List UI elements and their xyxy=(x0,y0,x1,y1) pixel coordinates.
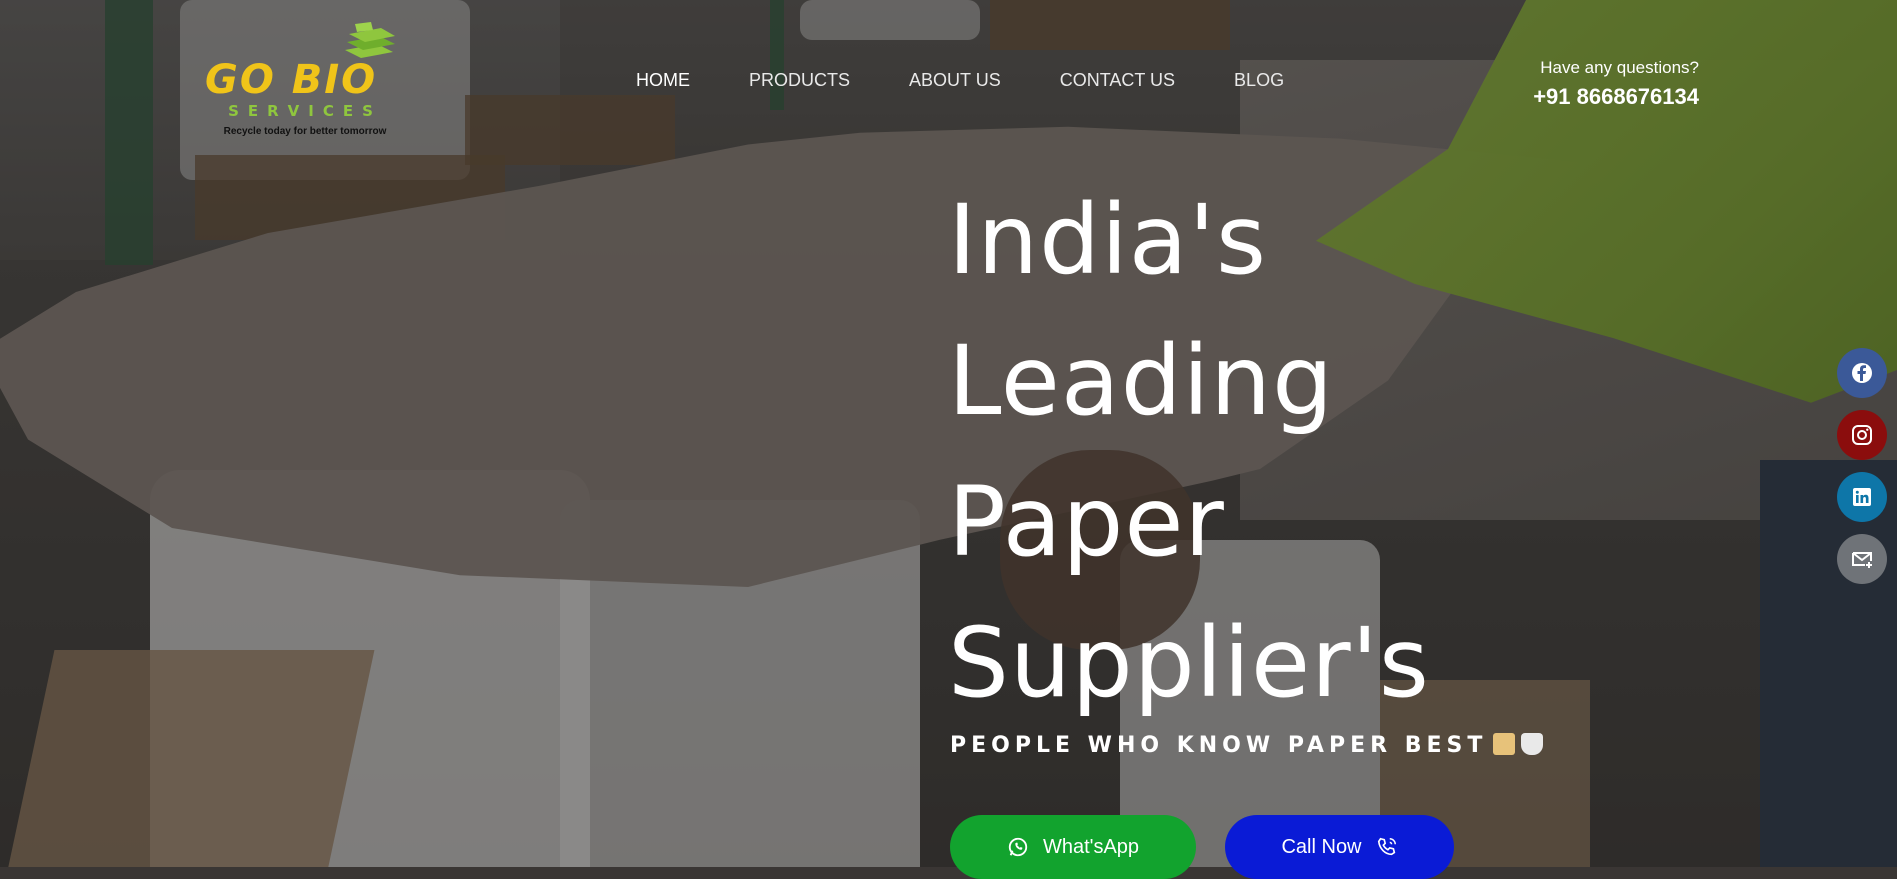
facebook-icon xyxy=(1852,363,1872,383)
paper-stack-logo-icon xyxy=(345,22,395,58)
nav-blog[interactable]: BLOG xyxy=(1234,70,1284,91)
headline-line: Paper xyxy=(948,466,1225,578)
contact-phone[interactable]: +91 8668676134 xyxy=(1533,84,1699,110)
linkedin-icon xyxy=(1853,488,1871,506)
nav-home[interactable]: HOME xyxy=(636,70,690,91)
phone-icon xyxy=(1377,837,1396,856)
mail-icon xyxy=(1852,552,1872,568)
site-logo[interactable]: GO BIO SERVICES Recycle today for better… xyxy=(205,22,400,142)
instagram-icon xyxy=(1852,425,1872,445)
header-contact: Have any questions? +91 8668676134 xyxy=(1533,58,1699,110)
logo-title: GO BIO xyxy=(205,57,378,103)
contact-question: Have any questions? xyxy=(1540,58,1699,77)
whatsapp-label: What'sApp xyxy=(1042,835,1140,858)
social-rail xyxy=(1837,348,1887,584)
call-now-label: Call Now xyxy=(1281,835,1362,858)
logo-subtitle: SERVICES xyxy=(228,102,382,120)
tagline-text: PEOPLE WHO KNOW PAPER BEST xyxy=(950,733,1488,758)
call-now-button[interactable]: Call Now xyxy=(1225,815,1454,879)
nav-contact-us[interactable]: CONTACT US xyxy=(1060,70,1175,91)
headline-line: India's xyxy=(948,184,1267,296)
whatsapp-icon xyxy=(1008,837,1028,857)
instagram-link[interactable] xyxy=(1837,410,1887,460)
facebook-link[interactable] xyxy=(1837,348,1887,398)
headline-line: Leading xyxy=(948,325,1335,437)
linkedin-link[interactable] xyxy=(1837,472,1887,522)
whatsapp-button[interactable]: What'sApp xyxy=(950,815,1196,879)
headline-line: Supplier's xyxy=(948,607,1430,719)
nav-products[interactable]: PRODUCTS xyxy=(749,70,850,91)
main-nav: HOME PRODUCTS ABOUT US CONTACT US BLOG xyxy=(636,70,1343,91)
toilet-paper-roll-icon xyxy=(1521,733,1544,755)
scroll-icon xyxy=(1493,733,1516,755)
logo-tagline: Recycle today for better tomorrow xyxy=(223,126,387,137)
nav-about-us[interactable]: ABOUT US xyxy=(909,70,1001,91)
hero-tagline: PEOPLE WHO KNOW PAPER BEST xyxy=(950,733,1544,758)
hero-headline: India's Leading Paper Supplier's xyxy=(948,170,1568,734)
email-link[interactable] xyxy=(1837,534,1887,584)
